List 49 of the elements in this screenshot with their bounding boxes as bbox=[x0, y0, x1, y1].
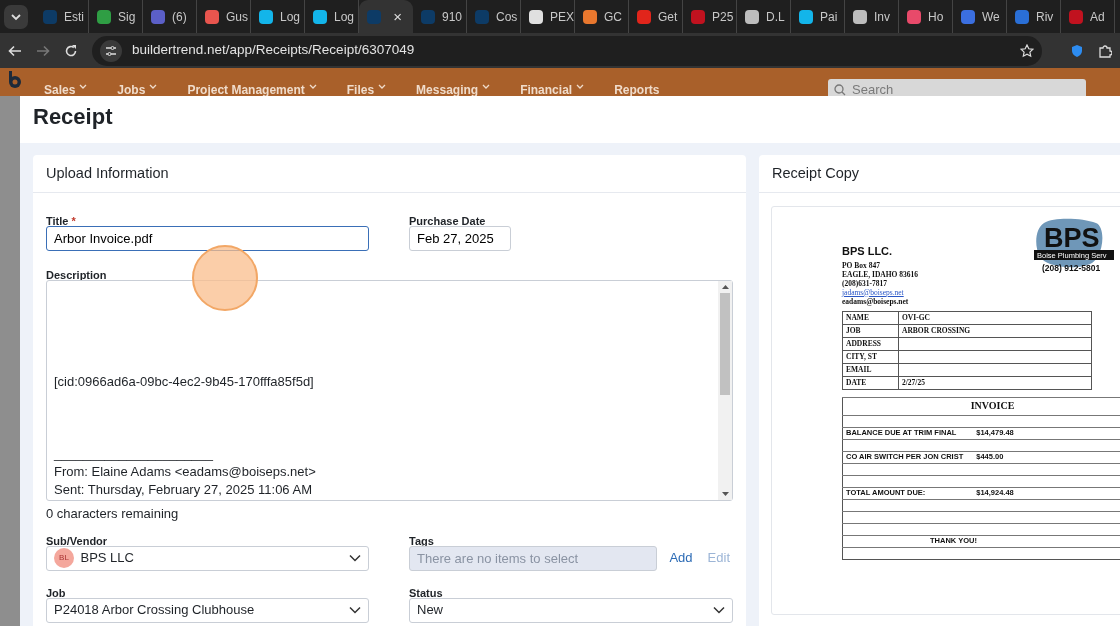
nav-menu-item[interactable]: Reports bbox=[608, 68, 666, 96]
star-icon[interactable] bbox=[1020, 43, 1034, 58]
site-settings-icon[interactable] bbox=[100, 39, 122, 62]
puzzle-icon[interactable] bbox=[1098, 43, 1112, 58]
chevron-down-icon bbox=[713, 606, 725, 614]
required-mark: * bbox=[71, 214, 76, 226]
date-input[interactable]: Feb 27, 2025 bbox=[409, 226, 511, 251]
reload-icon[interactable] bbox=[64, 43, 78, 58]
field-label: Description bbox=[46, 268, 107, 280]
close-icon[interactable]: × bbox=[393, 9, 402, 24]
address-bar[interactable]: buildertrend.net/app/Receipts/Receipt/6307049 bbox=[92, 35, 1042, 66]
shield-icon[interactable] bbox=[1070, 43, 1084, 58]
scroll-down-icon[interactable] bbox=[721, 491, 729, 497]
field-label: Tags bbox=[409, 533, 434, 546]
field-label: Job bbox=[46, 585, 66, 598]
scrollbar-thumb[interactable] bbox=[720, 293, 730, 395]
tags-input[interactable]: There are no items to select bbox=[409, 545, 658, 571]
field-label: Sub/Vendor bbox=[46, 533, 108, 546]
status-select[interactable]: New bbox=[409, 597, 733, 623]
tab-menu-button[interactable] bbox=[4, 4, 28, 29]
forward-arrow-icon[interactable] bbox=[36, 43, 50, 58]
url-text: buildertrend.net/app/Receipts/Receipt/6307049 bbox=[132, 41, 415, 60]
select-value: P24018 Arbor Crossing Clubhouse bbox=[54, 601, 255, 620]
browser-tab[interactable]: × bbox=[359, 0, 413, 33]
back-arrow-icon[interactable] bbox=[8, 43, 22, 58]
character-count: 0 characters remaining bbox=[46, 505, 180, 523]
title-input[interactable]: Arbor Invoice.pdf bbox=[46, 226, 369, 251]
chevron-down-icon bbox=[10, 11, 22, 22]
search-icon bbox=[834, 84, 846, 96]
avatar-initials: BL bbox=[54, 548, 74, 568]
select-value: New bbox=[417, 601, 443, 620]
app-logo-icon[interactable] bbox=[6, 68, 24, 90]
company-name: BPS LLC. bbox=[842, 244, 894, 259]
field-label: Title bbox=[46, 214, 69, 226]
invoice-title: INVOICE bbox=[970, 400, 1015, 411]
search-placeholder: Search bbox=[852, 81, 894, 96]
panel-heading: Receipt Copy bbox=[772, 163, 860, 183]
vendor-select[interactable]: BL BPS LLC bbox=[46, 545, 369, 571]
add-link[interactable]: Add bbox=[666, 548, 696, 568]
select-value: BPS LLC bbox=[80, 549, 134, 568]
panel-heading: Upload Information bbox=[46, 163, 169, 183]
chevron-down-icon bbox=[349, 554, 361, 562]
dialog-title: Receipt bbox=[33, 104, 113, 132]
chevron-down-icon bbox=[349, 606, 361, 614]
job-select[interactable]: P24018 Arbor Crossing Clubhouse bbox=[46, 597, 369, 623]
scrollbar[interactable] bbox=[718, 281, 732, 500]
field-label: Status bbox=[409, 585, 443, 598]
scroll-up-icon[interactable] bbox=[721, 284, 729, 290]
field-label: Purchase Date bbox=[409, 214, 486, 226]
